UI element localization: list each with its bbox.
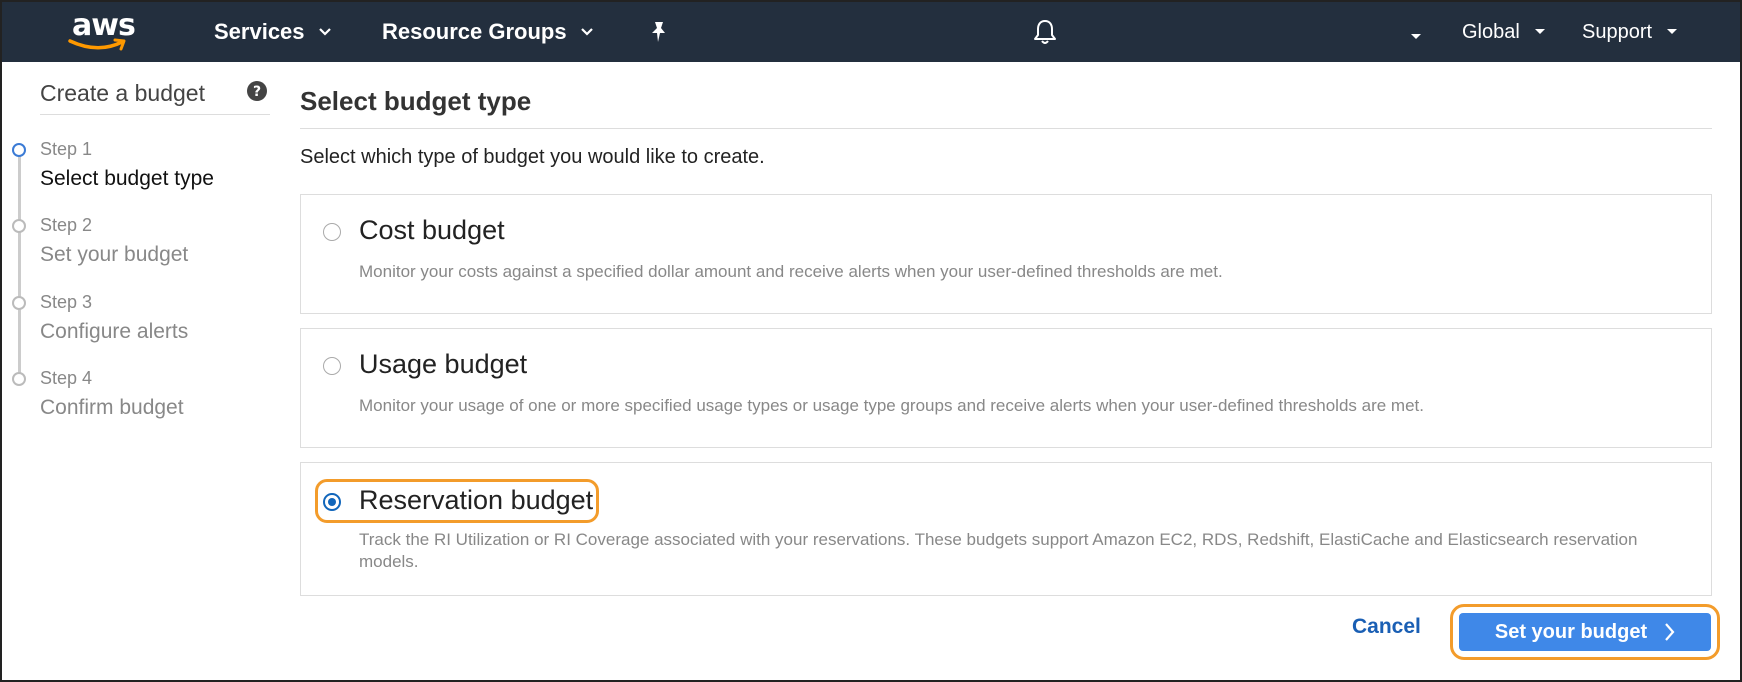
step-number: Step 3	[40, 292, 93, 312]
step-number: Step 4	[40, 368, 93, 388]
option-title: Cost budget	[359, 215, 505, 245]
support-label: Support	[1582, 20, 1653, 43]
step-name: Confirm budget	[40, 396, 184, 419]
step-indicator-icon	[12, 143, 26, 157]
budget-option-reservation[interactable]: Reservation budget Track the RI Utilizat…	[300, 462, 1712, 596]
aws-smile-icon	[68, 38, 126, 51]
sidebar-title: Create a budget	[40, 80, 205, 106]
step-number: Step 2	[40, 215, 93, 235]
step-name: Set your budget	[40, 243, 189, 266]
services-label: Services	[214, 19, 305, 44]
chevron-down-icon	[580, 28, 593, 36]
cancel-button[interactable]: Cancel	[1352, 615, 1421, 639]
option-title: Reservation budget	[359, 485, 594, 515]
step-number: Step 1	[40, 139, 93, 159]
option-title: Usage budget	[359, 349, 528, 379]
chevron-down-icon	[1411, 34, 1421, 39]
usage-budget-radio[interactable]	[323, 357, 341, 375]
page-title: Select budget type	[300, 86, 532, 116]
step-indicator-icon	[12, 219, 26, 233]
aws-logo[interactable]: aws	[68, 10, 142, 54]
option-description: Monitor your usage of one or more specif…	[359, 396, 1424, 415]
sidebar-divider	[40, 114, 270, 115]
app-frame: aws Services Resource Groups Global Supp…	[0, 0, 1742, 682]
top-nav: aws Services Resource Groups Global Supp…	[2, 2, 1740, 62]
budget-option-usage[interactable]: Usage budget Monitor your usage of one o…	[300, 328, 1712, 448]
reservation-budget-radio[interactable]	[323, 493, 341, 511]
chevron-down-icon	[318, 28, 331, 36]
set-your-budget-button[interactable]: Set your budget	[1459, 613, 1711, 651]
next-button-label: Set your budget	[1494, 620, 1648, 643]
title-divider	[300, 128, 1712, 129]
help-icon[interactable]: ?	[246, 80, 268, 107]
step-name: Configure alerts	[40, 320, 189, 343]
cost-budget-radio[interactable]	[323, 223, 341, 241]
wizard-step-2[interactable]: Step 2 Set your budget	[12, 214, 189, 270]
support-menu[interactable]: Support	[1582, 2, 1678, 62]
region-menu[interactable]: Global	[1462, 2, 1546, 62]
pin-icon[interactable]	[648, 20, 670, 49]
wizard-step-3[interactable]: Step 3 Configure alerts	[12, 291, 189, 347]
services-menu[interactable]: Services	[214, 2, 331, 62]
chevron-down-icon	[1667, 29, 1678, 34]
chevron-down-icon	[1534, 29, 1545, 34]
account-menu-caret[interactable]	[1410, 28, 1422, 46]
wizard-step-1[interactable]: Step 1 Select budget type	[12, 138, 214, 194]
resource-groups-label: Resource Groups	[382, 19, 567, 44]
option-description: Monitor your costs against a specified d…	[359, 262, 1223, 281]
chevron-right-icon	[1665, 623, 1675, 641]
next-button-highlight: Set your budget	[1450, 604, 1720, 660]
wizard-sidebar: Create a budget ? Step 1 Select budget t…	[2, 62, 282, 680]
resource-groups-menu[interactable]: Resource Groups	[382, 2, 593, 62]
step-indicator-icon	[12, 296, 26, 310]
step-name: Select budget type	[40, 167, 214, 190]
main-content: Select budget type Select which type of …	[300, 62, 1720, 680]
region-label: Global	[1462, 20, 1520, 43]
wizard-step-4[interactable]: Step 4 Confirm budget	[12, 367, 184, 423]
step-indicator-icon	[12, 372, 26, 386]
instruction-text: Select which type of budget you would li…	[300, 146, 765, 168]
option-description: Track the RI Utilization or RI Coverage …	[359, 530, 1638, 571]
bell-icon[interactable]	[1032, 18, 1058, 51]
step-progress-line	[18, 147, 21, 373]
budget-option-cost[interactable]: Cost budget Monitor your costs against a…	[300, 194, 1712, 314]
svg-text:?: ?	[253, 84, 261, 100]
